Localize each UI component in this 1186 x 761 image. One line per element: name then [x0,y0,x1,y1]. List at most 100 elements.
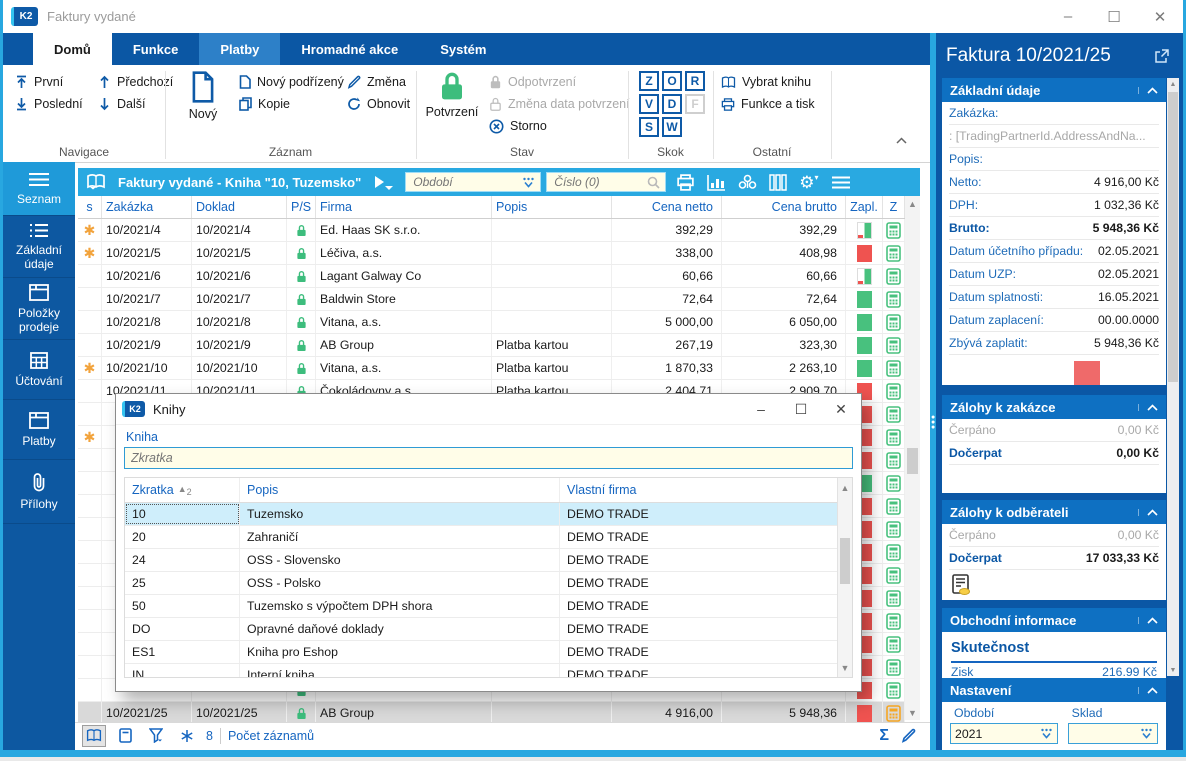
book-row[interactable]: 20ZahraničíDEMO TRADE [125,526,852,549]
section-header[interactable]: Nastavení [942,678,1166,702]
key-s[interactable]: S [639,117,659,137]
dialog-minimize-button[interactable]: – [741,394,781,424]
close-button[interactable]: ✕ [1137,0,1183,33]
confirm-button[interactable]: Potvrzení [424,71,480,119]
magnifier-icon[interactable] [647,176,660,189]
book-view-toggle[interactable] [82,725,106,747]
table-row[interactable]: ✱10/2021/510/2021/5Léčiva, a.s.338,00408… [78,242,905,265]
sidebar-item-zakladni-udaje[interactable]: Základní údaje [3,216,75,278]
col-zapl[interactable]: Zapl. [846,196,883,218]
sidebar-item-seznam[interactable]: Seznam [3,162,75,216]
book-row[interactable]: 24OSS - SlovenskoDEMO TRADE [125,549,852,572]
book-row[interactable]: 50Tuzemsko s výpočtem DPH shoraDEMO TRAD… [125,595,852,618]
book-select-icon[interactable] [86,174,106,190]
books-scroll-down[interactable]: ▼ [838,660,852,675]
play-filter-icon[interactable] [375,176,393,188]
open-external-icon[interactable] [1154,49,1169,64]
chart-icon[interactable] [707,174,726,191]
col-ps[interactable]: P/S [287,196,316,218]
tab-platby[interactable]: Platby [199,33,280,65]
scroll-thumb[interactable] [907,448,918,474]
table-row[interactable]: ✱10/2021/410/2021/4Ed. Haas SK s.r.o.392… [78,219,905,242]
menu-hamburger-icon[interactable] [831,176,851,189]
table-row[interactable]: 10/2021/910/2021/9AB GroupPlatba kartou2… [78,334,905,357]
period-combobox[interactable]: 2021 [950,723,1058,744]
select-book-button[interactable]: Vybrat knihu [721,71,811,93]
panel-scroll-up[interactable]: ▲ [1167,78,1179,90]
table-row[interactable]: 10/2021/610/2021/6Lagant Galway Co60,666… [78,265,905,288]
sidebar-item-prilohy[interactable]: Přílohy [3,460,75,524]
minimize-button[interactable]: – [1045,0,1091,33]
chevron-up-icon[interactable] [1138,617,1158,624]
section-header[interactable]: Obchodní informace [942,608,1166,632]
col-zakazka[interactable]: Zakázka [102,196,192,218]
ribbon-collapse-icon[interactable] [896,137,907,144]
key-w[interactable]: W [662,117,682,137]
new-child-button[interactable]: Nový podřízený [239,71,344,93]
chevron-up-icon[interactable] [1138,404,1158,411]
key-v[interactable]: V [639,94,659,114]
col-doklad[interactable]: Doklad [192,196,287,218]
key-o[interactable]: O [662,71,682,91]
dropdown-dots-icon[interactable] [522,177,535,188]
col-popis[interactable]: Popis [240,478,560,502]
chevron-up-icon[interactable] [1138,87,1158,94]
function-print-button[interactable]: Funkce a tisk [721,93,815,115]
next-button[interactable]: Další [98,93,145,115]
key-z[interactable]: Z [639,71,659,91]
sidebar-item-platby[interactable]: Platby [3,400,75,460]
snowflake-icon[interactable] [175,725,199,747]
book-row[interactable]: DOOpravné daňové dokladyDEMO TRADE [125,618,852,641]
col-popis[interactable]: Popis [492,196,612,218]
filter-icon[interactable] [144,725,168,747]
previous-button[interactable]: Předchozí [98,71,173,93]
sidebar-item-uctovani[interactable]: Účtování [3,340,75,400]
chevron-up-icon[interactable] [1138,509,1158,516]
print-icon[interactable] [676,174,695,191]
edit-pencil-icon[interactable] [901,728,916,743]
books-scroll-up[interactable]: ▲ [838,480,852,495]
col-vlastni-firma[interactable]: Vlastní firma [560,478,852,502]
key-r[interactable]: R [685,71,705,91]
book-row[interactable]: 10TuzemskoDEMO TRADE [125,503,852,526]
first-button[interactable]: První [15,71,63,93]
table-row[interactable]: 10/2021/810/2021/8Vitana, a.s.5 000,006 … [78,311,905,334]
card-view-toggle[interactable] [113,725,137,747]
gear-icon[interactable]: ⚙▾ [799,174,818,191]
book-row[interactable]: INInterní knihaDEMO TRADE [125,664,852,678]
table-row[interactable]: 10/2021/710/2021/7Baldwin Store72,6472,6… [78,288,905,311]
last-button[interactable]: Poslední [15,93,83,115]
maximize-button[interactable]: ☐ [1091,0,1137,33]
book-row[interactable]: 25OSS - PolskoDEMO TRADE [125,572,852,595]
table-row[interactable]: ✱10/2021/1010/2021/10Vitana, a.s.Platba … [78,357,905,380]
stock-combobox[interactable] [1068,723,1158,744]
scroll-up-arrow[interactable]: ▲ [905,196,920,211]
scroll-down-arrow[interactable]: ▼ [905,705,920,720]
section-header[interactable]: Zálohy k odběrateli [942,500,1166,524]
col-cena-netto[interactable]: Cena netto [612,196,722,218]
refresh-button[interactable]: Obnovit [347,93,410,115]
number-filter-input[interactable] [552,174,647,190]
chevron-up-icon[interactable] [1138,687,1158,694]
related-records-icon[interactable] [738,174,757,191]
tab-domu[interactable]: Domů [33,33,112,65]
section-header[interactable]: Základní údaje [942,78,1166,102]
sidebar-item-polozky-prodeje[interactable]: Položky prodeje [3,278,75,340]
col-z[interactable]: Z [883,196,905,218]
dialog-maximize-button[interactable]: ☐ [781,394,821,424]
tab-system[interactable]: Systém [419,33,507,65]
panel-scrollbar[interactable]: ▲ ▼ [1167,78,1179,676]
tab-funkce[interactable]: Funkce [112,33,200,65]
period-filter-input[interactable] [411,174,522,190]
advance-document-icon[interactable] [950,574,1166,596]
key-d[interactable]: D [662,94,682,114]
col-zkratka[interactable]: Zkratka ▲2 [125,478,240,502]
book-row[interactable]: ES1Kniha pro EshopDEMO TRADE [125,641,852,664]
tab-hromadne-akce[interactable]: Hromadné akce [280,33,419,65]
panel-scroll-thumb[interactable] [1168,92,1178,382]
copy-button[interactable]: Kopie [239,93,290,115]
table-vertical-scrollbar[interactable]: ▲ ▼ [905,196,920,720]
change-button[interactable]: Změna [347,71,406,93]
panel-scroll-down[interactable]: ▼ [1167,664,1179,676]
books-scrollbar[interactable]: ▲ ▼ [837,478,852,677]
